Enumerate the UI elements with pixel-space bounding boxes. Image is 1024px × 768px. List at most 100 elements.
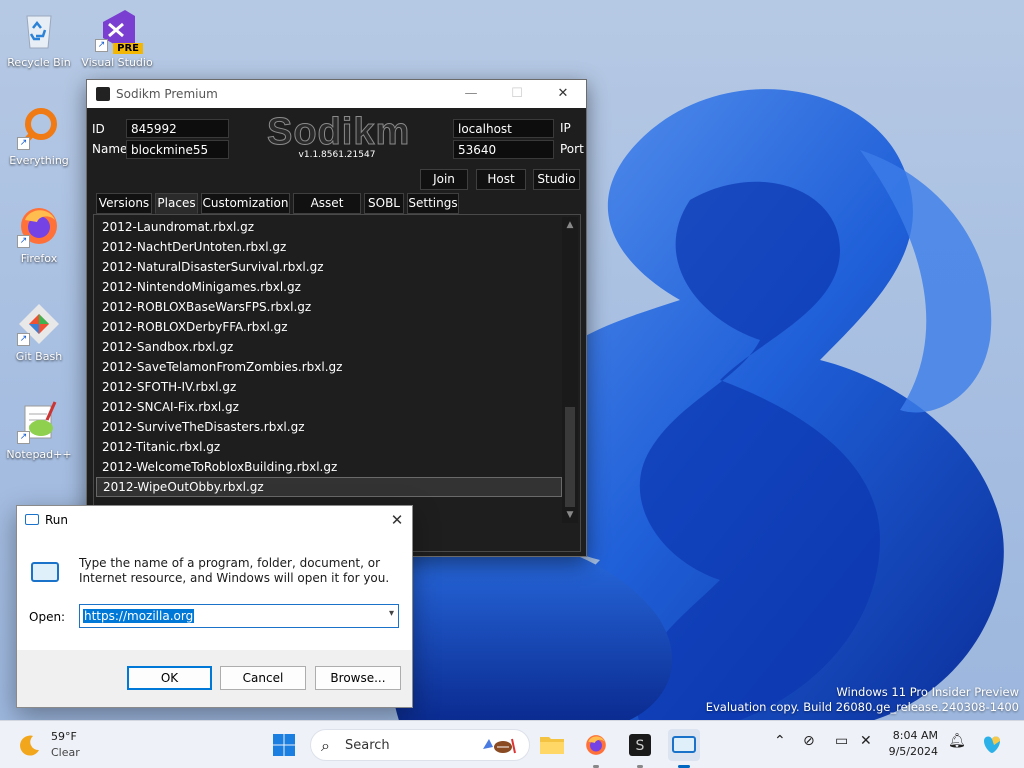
ip-label: IP <box>560 121 571 135</box>
desktop-icon-git-bash[interactable]: ↗ Git Bash <box>1 302 77 363</box>
shortcut-arrow-icon: ↗ <box>17 431 30 444</box>
copilot-button[interactable] <box>976 729 1008 761</box>
run-app-icon <box>25 514 39 525</box>
weather-temp: 59°F <box>51 730 77 743</box>
tab-places[interactable]: Places <box>155 193 198 214</box>
clock-time: 8:04 AM <box>892 729 938 742</box>
desktop-icon-everything[interactable]: ↗ Everything <box>1 106 77 167</box>
sodikm-taskbar-button[interactable]: S <box>624 729 656 761</box>
close-button[interactable]: ✕ <box>540 80 586 108</box>
shortcut-arrow-icon: ↗ <box>17 333 30 346</box>
place-list-item[interactable]: 2012-NachtDerUntoten.rbxl.gz <box>96 237 562 257</box>
ip-field[interactable]: localhost <box>453 119 554 138</box>
join-button[interactable]: Join <box>420 169 468 190</box>
open-input-text[interactable]: https://mozilla.org <box>83 609 195 623</box>
port-label: Port <box>560 142 584 156</box>
run-close-button[interactable]: ✕ <box>382 506 412 534</box>
search-icon: ⌕ <box>321 736 330 755</box>
file-explorer-button[interactable] <box>536 729 568 761</box>
shortcut-arrow-icon: ↗ <box>17 137 30 150</box>
scroll-thumb[interactable] <box>565 407 575 507</box>
tab-asset-packs[interactable]: Asset Packs <box>293 193 361 229</box>
host-button[interactable]: Host <box>476 169 526 190</box>
firefox-icon: ↗ <box>17 204 61 248</box>
taskbar: 59°F Clear ⌕ Search S ⌃ ⊘ ▭ ✕ 8:04 AM 9/… <box>0 720 1024 768</box>
clock-date: 9/5/2024 <box>888 745 938 758</box>
desktop-icon-label: Notepad++ <box>6 448 72 461</box>
desktop-icon-firefox[interactable]: ↗ Firefox <box>1 204 77 265</box>
place-list-item[interactable]: 2012-NintendoMinigames.rbxl.gz <box>96 277 562 297</box>
display-icon[interactable]: ▭ <box>835 733 848 749</box>
volume-muted-icon[interactable]: ✕ <box>860 733 872 749</box>
search-placeholder: Search <box>345 738 390 753</box>
tab-versions[interactable]: Versions <box>96 193 152 214</box>
open-label: Open: <box>29 610 66 624</box>
place-list-item[interactable]: 2012-ROBLOXBaseWarsFPS.rbxl.gz <box>96 297 562 317</box>
run-program-icon <box>31 562 59 582</box>
logo-text: Sodikm <box>267 111 411 153</box>
name-field[interactable]: blockmine55 <box>126 140 229 159</box>
tab-settings[interactable]: Settings <box>407 193 459 214</box>
scroll-down-icon[interactable]: ▼ <box>562 507 578 523</box>
open-combobox[interactable]: https://mozilla.org ▾ <box>79 604 399 628</box>
sodikm-titlebar[interactable]: Sodikm Premium — ☐ ✕ <box>87 80 586 108</box>
ok-button[interactable]: OK <box>127 666 212 690</box>
weather-widget[interactable]: 59°F Clear <box>18 729 98 761</box>
tab-sobl[interactable]: SOBL <box>364 193 404 214</box>
cancel-button[interactable]: Cancel <box>220 666 306 690</box>
sodikm-app-icon <box>96 87 110 101</box>
place-list-item[interactable]: 2012-Titanic.rbxl.gz <box>96 437 562 457</box>
desktop-icon-label: Recycle Bin <box>7 56 71 69</box>
desktop-icon-label: Everything <box>9 154 69 167</box>
run-taskbar-button[interactable] <box>668 729 700 761</box>
place-list-item[interactable]: 2012-Laundromat.rbxl.gz <box>96 217 562 237</box>
watermark-line1: Windows 11 Pro Insider Preview <box>836 685 1019 699</box>
sodikm-window: Sodikm Premium — ☐ ✕ ID 845992 Name bloc… <box>86 79 587 557</box>
network-disconnected-icon[interactable]: ⊘ <box>803 733 815 749</box>
place-list-item[interactable]: 2012-Sandbox.rbxl.gz <box>96 337 562 357</box>
everything-search-icon: ↗ <box>17 106 61 150</box>
place-list-item[interactable]: 2012-SNCAI-Fix.rbxl.gz <box>96 397 562 417</box>
pre-badge: PRE <box>113 43 143 54</box>
scroll-up-icon[interactable]: ▲ <box>562 217 578 233</box>
bell-icon[interactable]: 🔔︎ <box>948 733 966 749</box>
place-list-item[interactable]: 2012-SFOTH-IV.rbxl.gz <box>96 377 562 397</box>
desktop-icon-label: Firefox <box>20 252 58 265</box>
desktop-icon-notepad-plus-plus[interactable]: ↗ Notepad++ <box>1 400 77 461</box>
place-list-item[interactable]: 2012-SurviveTheDisasters.rbxl.gz <box>96 417 562 437</box>
taskbar-clock[interactable]: 8:04 AM 9/5/2024 <box>878 728 938 760</box>
tab-customization[interactable]: Customization <box>201 193 290 214</box>
sodikm-logo: Sodikm v1.1.8561.21547 <box>267 111 411 161</box>
chevron-down-icon[interactable]: ▾ <box>389 608 394 619</box>
studio-button[interactable]: Studio <box>533 169 580 190</box>
id-label: ID <box>92 122 105 136</box>
chevron-up-icon[interactable]: ⌃ <box>774 733 786 749</box>
port-field[interactable]: 53640 <box>453 140 554 159</box>
place-list-item[interactable]: 2012-WipeOutObby.rbxl.gz <box>96 477 562 497</box>
maximize-button[interactable]: ☐ <box>494 80 540 108</box>
start-button[interactable] <box>268 729 300 761</box>
taskbar-search[interactable]: ⌕ Search <box>310 729 530 761</box>
svg-text:S: S <box>636 738 645 754</box>
shortcut-arrow-icon: ↗ <box>95 39 108 52</box>
firefox-taskbar-button[interactable] <box>580 729 612 761</box>
run-description: Type the name of a program, folder, docu… <box>79 556 390 585</box>
place-list-item[interactable]: 2012-ROBLOXDerbyFFA.rbxl.gz <box>96 317 562 337</box>
places-list[interactable]: 2012-Laundromat.rbxl.gz 2012-NachtDerUnto… <box>96 217 562 497</box>
id-field[interactable]: 845992 <box>126 119 229 138</box>
run-titlebar[interactable]: Run ✕ <box>17 506 412 534</box>
desktop-icon-recycle-bin[interactable]: Recycle Bin <box>1 8 77 69</box>
search-highlight-icon <box>483 738 516 754</box>
desktop-icon-label: Visual Studio <box>81 56 153 69</box>
place-list-item[interactable]: 2012-SaveTelamonFromZombies.rbxl.gz <box>96 357 562 377</box>
browse-button[interactable]: Browse... <box>315 666 401 690</box>
copilot-icon <box>984 736 1000 753</box>
place-list-item[interactable]: 2012-NaturalDisasterSurvival.rbxl.gz <box>96 257 562 277</box>
recycle-bin-icon <box>17 8 61 52</box>
desktop-icon-visual-studio[interactable]: PRE ↗ Visual Studio <box>79 8 155 69</box>
places-scrollbar[interactable]: ▲ ▼ <box>562 217 578 523</box>
place-list-item[interactable]: 2012-WelcomeToRobloxBuilding.rbxl.gz <box>96 457 562 477</box>
minimize-button[interactable]: — <box>448 80 494 108</box>
places-panel: 2012-Laundromat.rbxl.gz 2012-NachtDerUnto… <box>93 214 581 552</box>
windows-watermark: Windows 11 Pro Insider Preview Evaluatio… <box>706 685 1019 715</box>
